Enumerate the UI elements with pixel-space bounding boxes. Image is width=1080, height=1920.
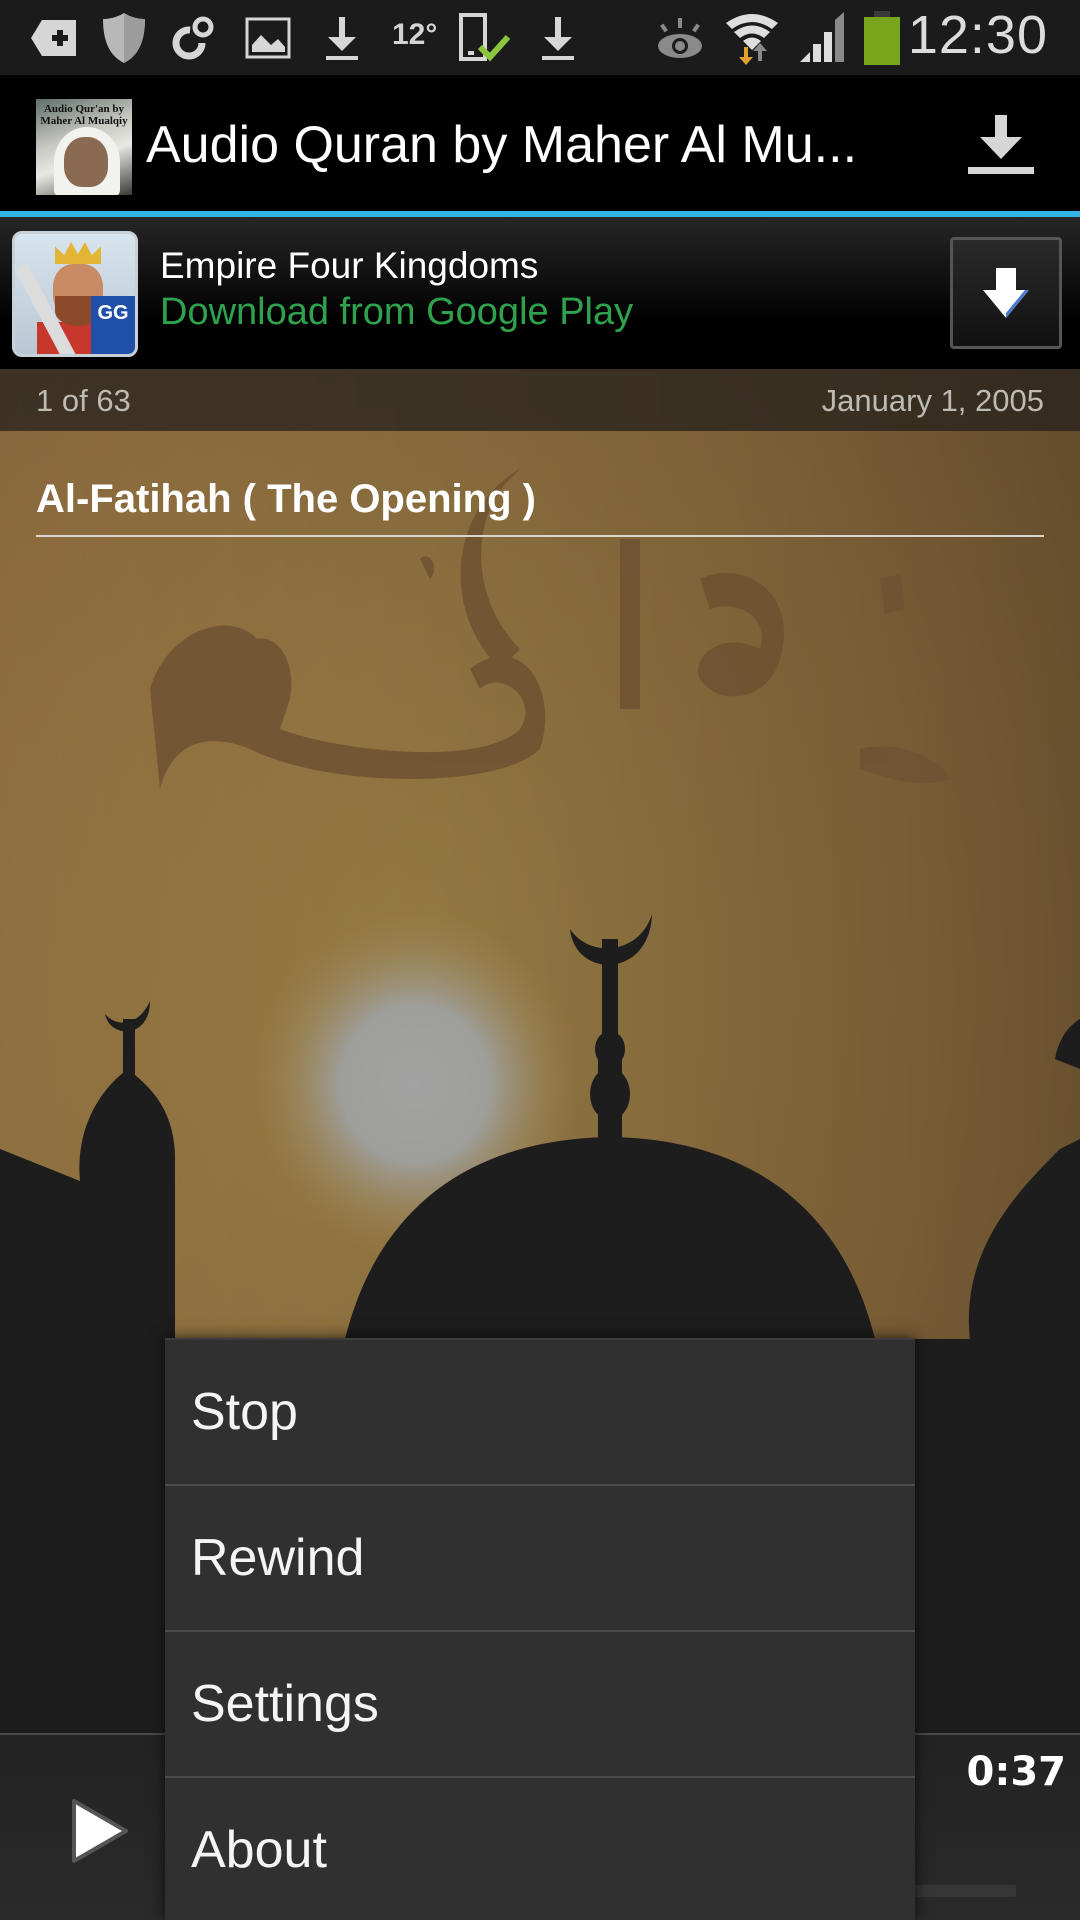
track-info-row: 1 of 63 January 1, 2005 bbox=[0, 369, 1080, 431]
menu-item-rewind[interactable]: Rewind bbox=[165, 1486, 915, 1630]
eye-icon bbox=[654, 14, 706, 62]
image-icon bbox=[244, 14, 292, 62]
temperature-readout: 12° bbox=[392, 18, 438, 51]
menu-item-settings[interactable]: Settings bbox=[165, 1632, 915, 1776]
menu-item-stop[interactable]: Stop bbox=[165, 1340, 915, 1484]
action-bar: Audio Qur'an by Maher Al Mualqiy Audio Q… bbox=[0, 75, 1080, 213]
app-icon-face bbox=[64, 137, 108, 187]
track-counter: 1 of 63 bbox=[36, 383, 131, 418]
wifi-icon bbox=[724, 14, 780, 65]
surah-title: Al-Fatihah ( The Opening ) bbox=[36, 477, 536, 521]
download-icon bbox=[320, 14, 364, 62]
app-icon[interactable]: Audio Qur'an by Maher Al Mualqiy bbox=[36, 99, 132, 195]
ad-title[interactable]: Empire Four Kingdoms bbox=[160, 245, 538, 287]
crown-icon bbox=[55, 242, 101, 264]
ad-app-icon[interactable]: GG bbox=[12, 231, 138, 357]
download-icon bbox=[536, 14, 580, 62]
play-icon bbox=[72, 1799, 128, 1863]
track-date: January 1, 2005 bbox=[821, 383, 1044, 418]
download-icon bbox=[968, 115, 1034, 174]
clock: 12:30 bbox=[907, 5, 1048, 65]
download-button[interactable] bbox=[956, 99, 1046, 189]
battery-icon bbox=[862, 11, 902, 65]
status-bar: 12° 12:30 bbox=[0, 0, 1080, 75]
sync-circles-icon bbox=[170, 14, 218, 62]
play-button[interactable] bbox=[68, 1797, 132, 1865]
app-icon-caption: Audio Qur'an by Maher Al Mualqiy bbox=[40, 103, 128, 127]
ad-download-button[interactable] bbox=[950, 237, 1062, 349]
overflow-menu: Stop Rewind Settings About bbox=[165, 1338, 915, 1920]
ad-banner[interactable]: GG Empire Four Kingdoms Download from Go… bbox=[0, 217, 1080, 369]
title-divider bbox=[36, 535, 1044, 537]
publisher-badge: GG bbox=[91, 296, 135, 354]
ad-subtitle[interactable]: Download from Google Play bbox=[160, 291, 633, 334]
menu-item-about[interactable]: About bbox=[165, 1778, 915, 1920]
elapsed-time: 0:37 bbox=[966, 1749, 1067, 1795]
shield-icon bbox=[100, 13, 148, 63]
signal-icon bbox=[798, 12, 846, 62]
device-check-icon bbox=[458, 13, 514, 62]
download-arrow-icon bbox=[983, 268, 1029, 318]
add-tag-icon bbox=[30, 14, 78, 62]
app-title: Audio Quran by Maher Al Mu... bbox=[146, 116, 858, 174]
